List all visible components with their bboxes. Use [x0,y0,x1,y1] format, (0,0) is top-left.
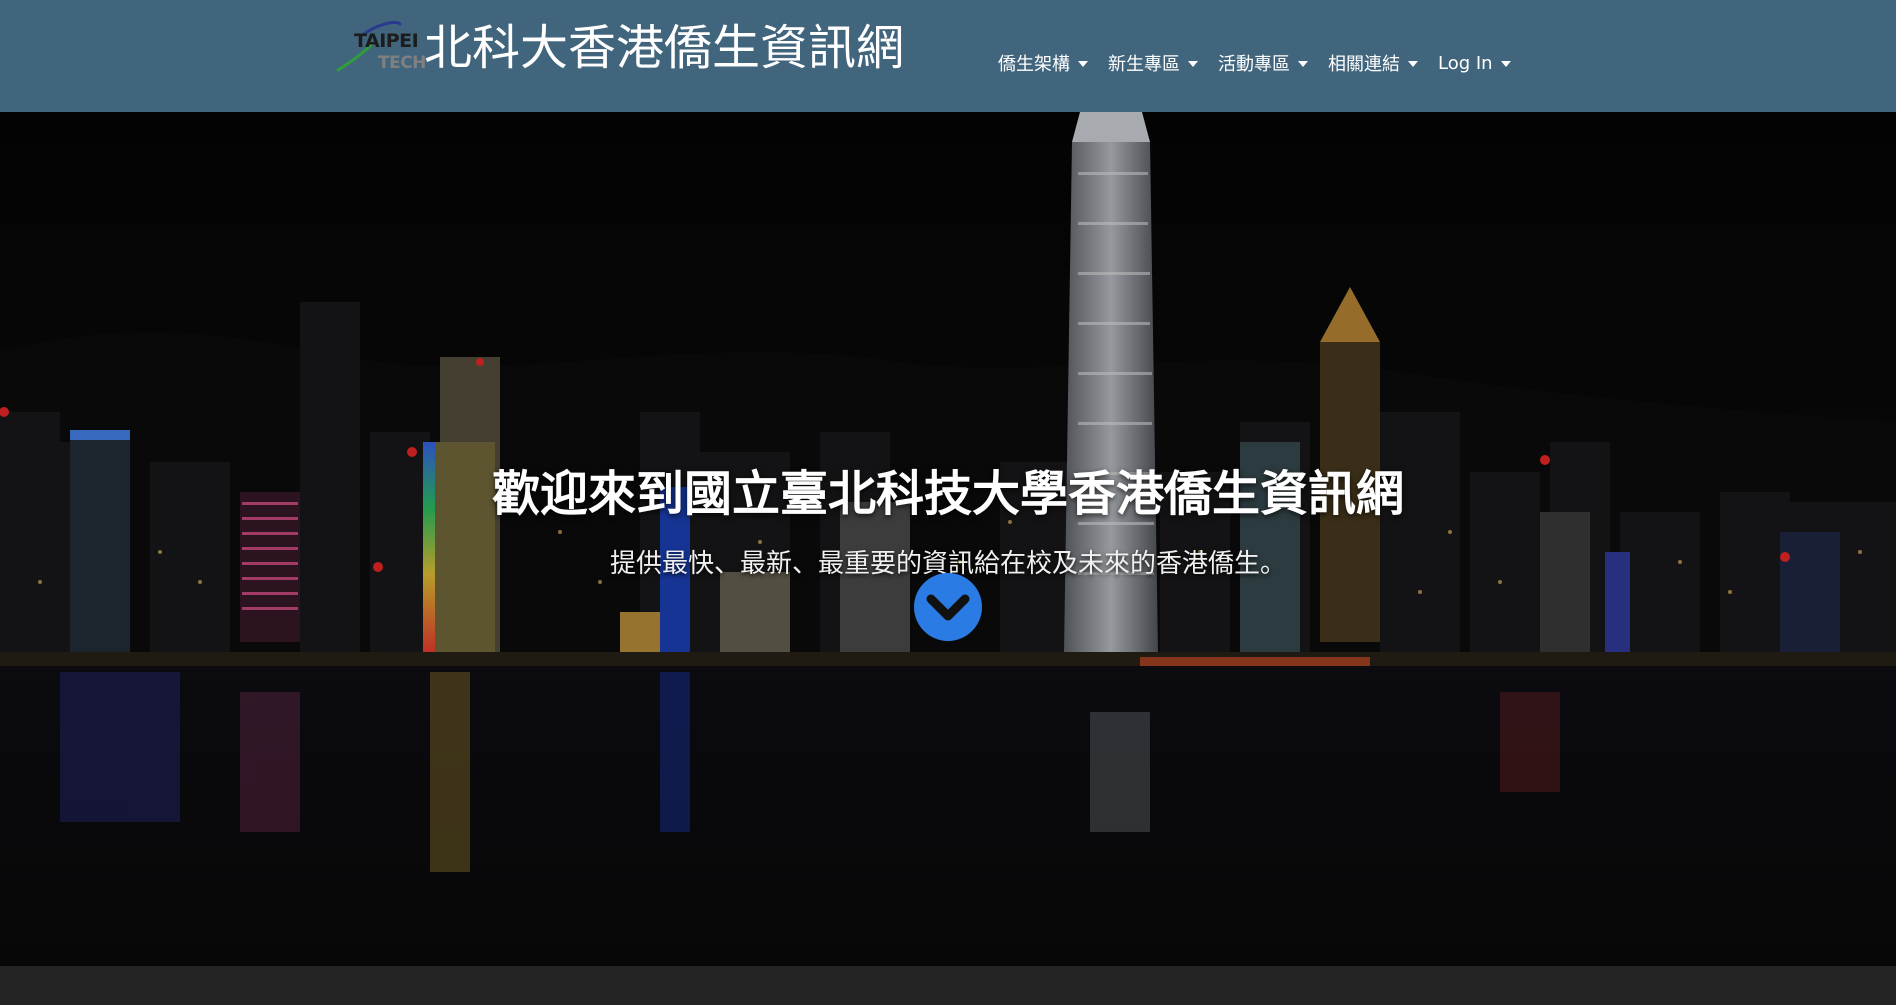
caret-down-icon [1408,60,1418,67]
logo-taipei-text: TAIPEI [354,30,419,52]
nav-item-student-structure[interactable]: 僑生架構 [988,46,1098,80]
site-title: 北科大香港僑生資訊網 [424,20,905,76]
nav-item-login[interactable]: Log In [1428,46,1521,80]
caret-down-icon [1500,60,1511,67]
top-navbar: TAIPEI TECH 北科大香港僑生資訊網 僑生架構 新生專區 活動專區 相關… [0,0,1896,112]
taipei-tech-logo: TAIPEI TECH [334,18,426,78]
hero-section: 歡迎來到國立臺北科技大學香港僑生資訊網 提供最快、最新、最重要的資訊給在校及未來… [0,112,1896,966]
nav-item-freshman-zone[interactable]: 新生專區 [1098,46,1208,80]
footer-strip [0,966,1896,1005]
nav-item-label: 僑生架構 [998,54,1070,75]
hong-kong-skyline-background [0,112,1896,966]
nav-item-label: 新生專區 [1108,54,1180,75]
nav-item-label: Log In [1438,52,1493,74]
nav-item-events-zone[interactable]: 活動專區 [1208,46,1318,80]
caret-down-icon [1188,60,1198,67]
nav-item-label: 相關連結 [1328,54,1400,75]
caret-down-icon [1078,60,1088,67]
logo-tech-text: TECH [378,53,426,73]
hero-title: 歡迎來到國立臺北科技大學香港僑生資訊網 [491,466,1404,523]
caret-down-icon [1298,60,1308,67]
chevron-down-icon [926,594,970,621]
scroll-down-button[interactable] [914,573,982,641]
site-brand-link[interactable]: TAIPEI TECH 北科大香港僑生資訊網 [334,18,904,78]
main-nav: 僑生架構 新生專區 活動專區 相關連結 Log In [988,46,1521,80]
nav-item-related-links[interactable]: 相關連結 [1318,46,1428,80]
nav-item-label: 活動專區 [1218,54,1290,75]
